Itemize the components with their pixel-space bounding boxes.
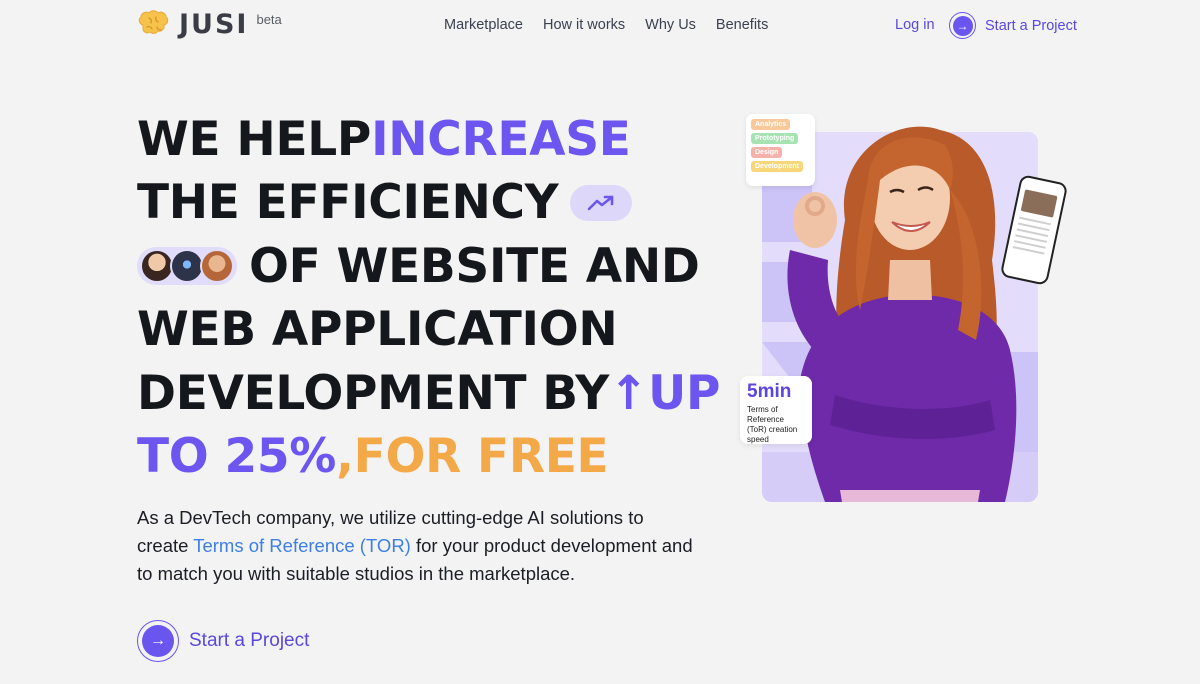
headline-text: WEB APPLICATION <box>137 302 618 358</box>
nav-item-benefits[interactable]: Benefits <box>716 17 768 33</box>
hero-description: As a DevTech company, we utilize cutting… <box>137 504 697 588</box>
login-link[interactable]: Log in <box>895 17 935 33</box>
headline-text: THE EFFICIENCY <box>137 175 559 231</box>
headline-highlight: ↑UP <box>609 365 721 421</box>
nav-item-how-it-works[interactable]: How it works <box>543 17 625 33</box>
avatar-group <box>137 247 237 286</box>
start-project-label: Start a Project <box>189 630 310 651</box>
header-start-project-label: Start a Project <box>985 17 1077 34</box>
avatar <box>170 249 204 284</box>
start-project-button[interactable]: → Start a Project <box>137 620 309 662</box>
arrow-right-icon: → <box>949 12 976 39</box>
tag-development: Development <box>751 161 803 172</box>
logo-wordmark: JUSI <box>179 9 249 40</box>
brain-icon <box>138 10 169 34</box>
tor-link[interactable]: Terms of Reference (TOR) <box>193 535 411 556</box>
arrow-right-icon: → <box>137 620 179 662</box>
trending-up-icon <box>570 185 633 222</box>
hero-visual: Analytics Prototyping Design Development… <box>740 110 1070 510</box>
headline-text: , <box>336 428 354 484</box>
headline-text: WE HELP <box>137 112 372 167</box>
tag-prototyping: Prototyping <box>751 133 799 144</box>
avatar <box>200 249 234 284</box>
headline-text: DEVELOPMENT BY <box>137 365 609 421</box>
tags-card: Analytics Prototyping Design Development <box>746 114 815 186</box>
hero-headline: WE HELP INCREASE THE EFFICIENCY OF WEBSI… <box>137 108 720 488</box>
headline-text: OF WEBSITE AND <box>249 238 700 294</box>
tag-design: Design <box>751 147 783 158</box>
nav-item-marketplace[interactable]: Marketplace <box>444 17 523 33</box>
stat-card: 5min Terms of Reference (ToR) creation s… <box>740 376 812 444</box>
nav-item-why-us[interactable]: Why Us <box>645 17 696 33</box>
logo[interactable]: JUSI beta <box>137 10 282 40</box>
stat-value: 5min <box>747 381 792 402</box>
header-start-project-button[interactable]: → Start a Project <box>949 12 1077 39</box>
headline-highlight: TO 25% <box>137 428 337 484</box>
avatar <box>140 249 174 284</box>
headline-highlight: INCREASE <box>371 112 631 167</box>
beta-badge: beta <box>256 12 282 27</box>
main-nav: Marketplace How it works Why Us Benefits <box>444 17 768 33</box>
headline-highlight-free: FOR FREE <box>353 428 609 484</box>
tag-analytics: Analytics <box>751 119 791 130</box>
stat-caption: Terms of Reference (ToR) creation speed <box>747 405 798 444</box>
